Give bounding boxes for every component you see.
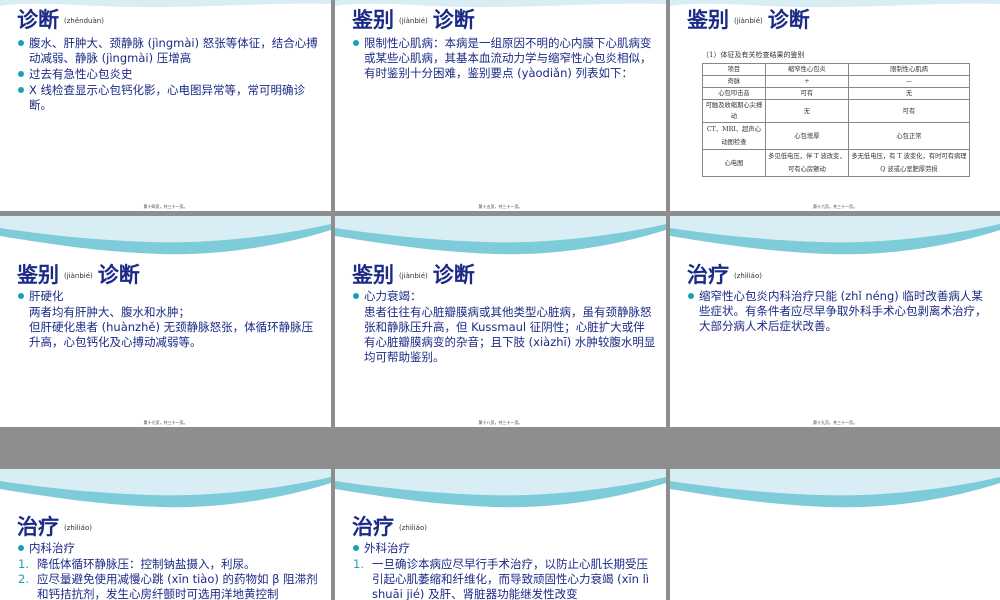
- slide-footer: 第十六页，共三十一页。: [813, 204, 857, 209]
- numbered-item: 2. 应尽量避免使用减慢心跳 (xīn tiào) 的药物如 β 阻滞剂和钙拮抗剂…: [17, 572, 321, 600]
- table-cell: 可有: [847, 99, 971, 123]
- slide-body: 限制性心肌病：本病是一组原因不明的心内膜下心肌病变或某些心肌病，其基本血流动力学…: [352, 36, 656, 82]
- header-wave-graphic: [670, 469, 1000, 508]
- table-cell: 可有: [764, 87, 849, 100]
- slide-grid: 诊断 (zhěnduàn) 腹水、肝肿大、颈静脉 (jìngmài) 怒张等体征，…: [0, 0, 1000, 600]
- slide-body: 内科治疗 1. 降低体循环静脉压：控制钠盐摄入，利尿。 2. 应尽量避免使用减慢心跳…: [17, 541, 321, 600]
- slide-thumbnail[interactable]: 治疗 (zhìliáo) 内科治疗 1. 降低体循环静脉压：控制钠盐摄入，利尿。 2…: [0, 469, 331, 600]
- paragraph-line: 但肝硬化患者 (huànzhě) 无颈静脉怒张，体循环静脉压升高，心包钙化及心搏…: [29, 320, 314, 349]
- bullet-item: 缩窄性心包炎内科治疗只能 (zhǐ néng) 临时改善病人某些症状。有条件者应…: [687, 289, 990, 334]
- bullet-item: 外科治疗: [352, 541, 656, 556]
- paragraph-line: 患者往往有心脏瓣膜病或其他类型心脏病，虽有颈静脉怒张和静脉压升高，但 Kussm…: [364, 305, 656, 364]
- paragraph-line: 两者均有肝肿大、腹水和水肿；: [29, 305, 190, 319]
- item-text: 一旦确诊本病应尽早行手术治疗，以防止心肌长期受压引起心肌萎缩和纤维化，而导致顽固…: [372, 557, 649, 600]
- numbered-item: 1. 一旦确诊本病应尽早行手术治疗，以防止心肌长期受压引起心肌萎缩和纤维化，而导致…: [352, 557, 656, 600]
- comparison-table: 项目 缩窄性心包炎 限制性心肌病 奇脉 + — 心包叩击音 可有 无 可触及收缩…: [702, 63, 971, 177]
- bullet-item: 过去有急性心包炎史: [17, 67, 321, 82]
- slide-title: 诊断 (zhěnduàn): [17, 8, 104, 32]
- table-cell: 可触及收缩期心尖搏动: [702, 99, 766, 123]
- slide-footer: 第十九页，共三十一页。: [813, 420, 857, 425]
- slide-title: 鉴别 (jiànbié) 诊断: [687, 8, 810, 32]
- comparison-table-wrap: （1）体征及有关检查结果的鉴别 项目 缩窄性心包炎 限制性心肌病 奇脉 + — …: [702, 50, 971, 177]
- slide-body: 肝硬化 两者均有肝肿大、腹水和水肿； 但肝硬化患者 (huànzhě) 无颈静脉…: [17, 289, 321, 350]
- slide-title: 治疗 (zhìliáo): [687, 263, 762, 287]
- item-text: 降低体循环静脉压：控制钠盐摄入，利尿。: [37, 557, 256, 571]
- table-cell: 心包增厚: [764, 122, 849, 150]
- table-header-cell: 项目: [702, 63, 766, 76]
- table-header-row: 项目 缩窄性心包炎 限制性心肌病: [702, 63, 971, 76]
- slide-footer: 第十五页，共三十一页。: [478, 204, 523, 209]
- table-cell: 心包叩击音: [702, 87, 766, 100]
- table-row: 心包叩击音 可有 无: [702, 87, 971, 100]
- table-cell: 多见低电压，伴 T 波改变，可有心房颤动: [764, 149, 849, 177]
- slide-thumbnail[interactable]: 鉴别 (jiànbié) 诊断 （1）体征及有关检查结果的鉴别 项目 缩窄性心包炎 …: [670, 0, 1000, 211]
- slide-body: 外科治疗 1. 一旦确诊本病应尽早行手术治疗，以防止心肌长期受压引起心肌萎缩和纤维…: [352, 541, 656, 600]
- bullet-item: 腹水、肝肿大、颈静脉 (jìngmài) 怒张等体征，结合心搏动减弱、静脉 (j…: [17, 36, 321, 66]
- table-row: CT、MRI、超声心动图检查 心包增厚 心包正常: [702, 122, 971, 150]
- slide-body: 心力衰竭： 患者往往有心脏瓣膜病或其他类型心脏病，虽有颈静脉怒张和静脉压升高，但…: [352, 289, 656, 365]
- slide-thumbnail[interactable]: 鉴别 (jiànbié) 诊断 限制性心肌病：本病是一组原因不明的心内膜下心肌病变或…: [335, 0, 666, 211]
- table-header-cell: 限制性心肌病: [847, 63, 971, 76]
- item-text: 应尽量避免使用减慢心跳 (xīn tiào) 的药物如 β 阻滞剂和钙拮抗剂，发…: [37, 572, 318, 600]
- slide-title: 治疗 (zhìliáo): [352, 515, 427, 539]
- table-header-cell: 缩窄性心包炎: [764, 63, 849, 76]
- bullet-item: 心力衰竭：: [352, 289, 656, 304]
- slide-thumbnail[interactable]: 诊断 (zhěnduàn) 腹水、肝肿大、颈静脉 (jìngmài) 怒张等体征，…: [0, 0, 331, 211]
- slide-thumbnail[interactable]: 鉴别 (jiànbié) 诊断 肝硬化 两者均有肝肿大、腹水和水肿； 但肝硬化患者 …: [0, 216, 331, 427]
- table-cell: 无: [764, 99, 849, 123]
- slide-title: 鉴别 (jiànbié) 诊断: [17, 263, 140, 287]
- bullet-item: X 线检查显示心包钙化影，心电图异常等，常可明确诊断。: [17, 83, 321, 113]
- table-cell: 无: [847, 87, 971, 100]
- bullet-item: 限制性心肌病：本病是一组原因不明的心内膜下心肌病变或某些心肌病，其基本血流动力学…: [352, 36, 656, 81]
- table-cell: 心包正常: [847, 122, 971, 150]
- table-cell: +: [764, 75, 849, 88]
- slide-body: 缩窄性心包炎内科治疗只能 (zhǐ néng) 临时改善病人某些症状。有条件者应…: [687, 289, 990, 335]
- item-number: 2.: [18, 572, 29, 586]
- table-row: 可触及收缩期心尖搏动 无 可有: [702, 99, 971, 123]
- table-caption: （1）体征及有关检查结果的鉴别: [702, 51, 805, 59]
- table-row: 奇脉 + —: [702, 75, 971, 88]
- slide-thumbnail[interactable]: 治疗 (zhìliáo) 外科治疗 1. 一旦确诊本病应尽早行手术治疗，以防止心肌长…: [335, 469, 666, 600]
- slide-title: 鉴别 (jiànbié) 诊断: [352, 8, 475, 32]
- table-cell: 奇脉: [702, 75, 766, 88]
- item-number: 1.: [353, 557, 364, 571]
- table-cell: 心电图: [702, 149, 766, 177]
- bullet-item: 内科治疗: [17, 541, 321, 556]
- item-number: 1.: [18, 557, 29, 571]
- slide-footer: 第十八页，共三十一页。: [478, 420, 523, 425]
- slide-title: 治疗 (zhìliáo): [17, 515, 92, 539]
- slide-title: 鉴别 (jiànbié) 诊断: [352, 263, 475, 287]
- slide-body: 腹水、肝肿大、颈静脉 (jìngmài) 怒张等体征，结合心搏动减弱、静脉 (j…: [17, 36, 321, 114]
- slide-thumbnail[interactable]: 鉴别 (jiànbié) 诊断 心力衰竭： 患者往往有心脏瓣膜病或其他类型心脏病，虽…: [335, 216, 666, 427]
- slide-footer: 第十四页，共三十一页。: [143, 204, 188, 209]
- table-cell: CT、MRI、超声心动图检查: [702, 122, 766, 150]
- slide-footer: 第十七页，共三十一页。: [143, 420, 188, 425]
- table-cell: 多无低电压，有 T 波变化，有时可有病理 Q 波或心室肥厚劳损: [847, 149, 971, 177]
- slide-thumbnail[interactable]: 治疗 (zhìliáo) 缩窄性心包炎内科治疗只能 (zhǐ néng) 临时改善…: [670, 216, 1000, 427]
- table-row: 心电图 多见低电压，伴 T 波改变，可有心房颤动 多无低电压，有 T 波变化，有…: [702, 149, 971, 177]
- bullet-item: 肝硬化: [17, 289, 321, 304]
- table-cell: —: [847, 75, 971, 88]
- slide-thumbnail[interactable]: [670, 469, 1000, 600]
- numbered-item: 1. 降低体循环静脉压：控制钠盐摄入，利尿。: [17, 557, 321, 572]
